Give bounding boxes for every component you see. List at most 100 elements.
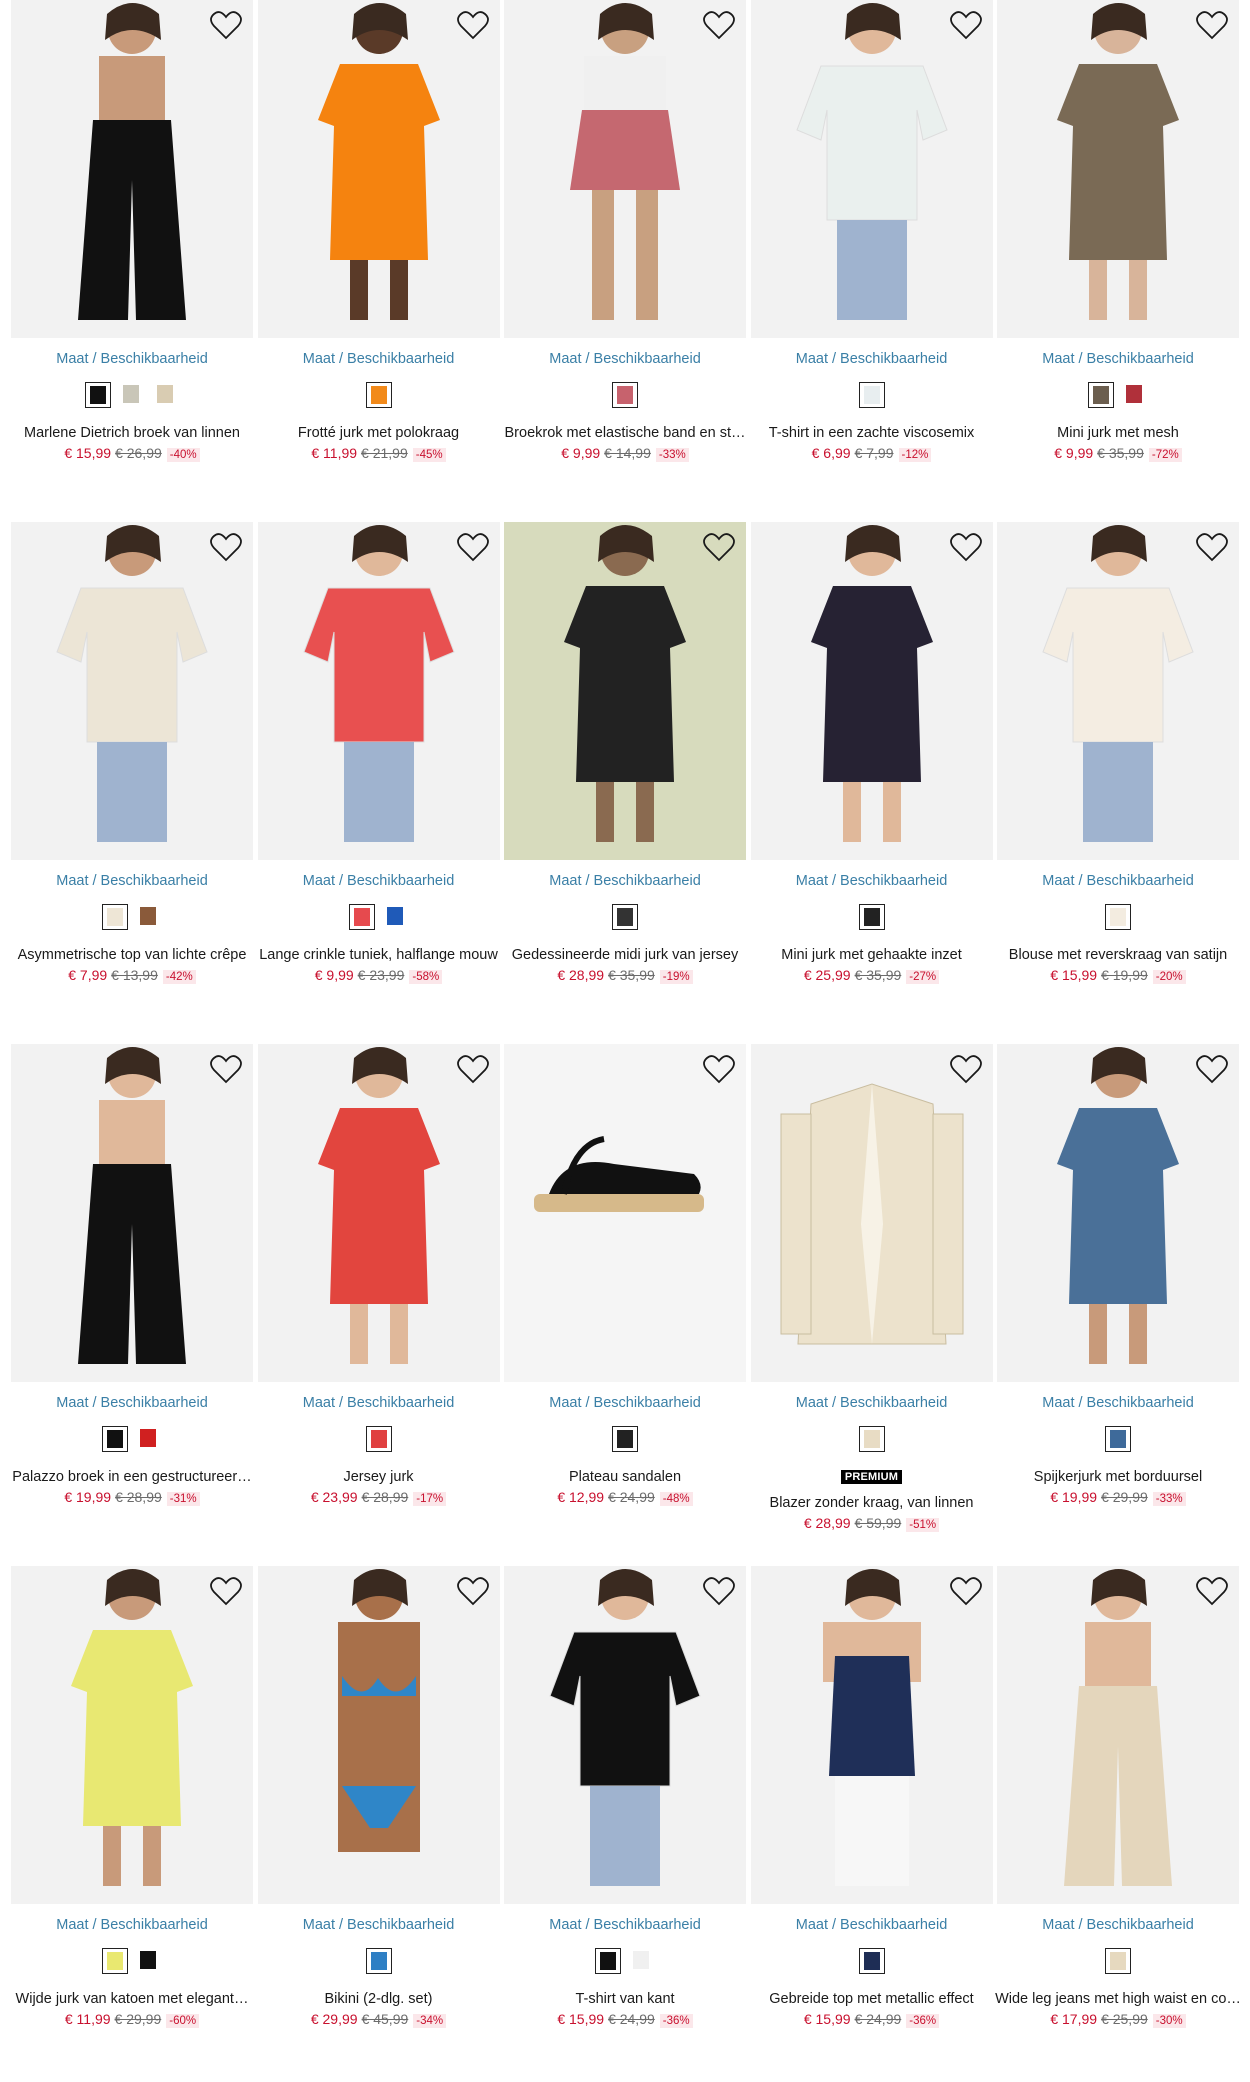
product-image[interactable] xyxy=(750,1044,993,1382)
product-image[interactable] xyxy=(11,0,253,338)
color-swatch[interactable] xyxy=(383,904,409,930)
product-image[interactable] xyxy=(257,522,500,860)
size-availability-link[interactable]: Maat / Beschikbaarheid xyxy=(504,873,746,889)
wishlist-heart-icon[interactable] xyxy=(209,532,243,564)
wishlist-heart-icon[interactable] xyxy=(209,10,243,42)
product-title[interactable]: Gebreide top met metallic effect xyxy=(747,1991,997,2007)
product-title[interactable]: Blazer zonder kraag, van linnen xyxy=(747,1495,997,1511)
color-swatch[interactable] xyxy=(858,904,885,930)
color-swatch[interactable] xyxy=(136,904,162,930)
product-image[interactable] xyxy=(504,0,746,338)
wishlist-heart-icon[interactable] xyxy=(456,10,490,42)
product-title[interactable]: Jersey jurk xyxy=(254,1469,504,1485)
color-swatch[interactable] xyxy=(1105,1948,1131,1974)
product-image[interactable] xyxy=(750,522,993,860)
wishlist-heart-icon[interactable] xyxy=(702,532,736,564)
size-availability-link[interactable]: Maat / Beschikbaarheid xyxy=(258,351,500,367)
color-swatch[interactable] xyxy=(136,1426,162,1452)
wishlist-heart-icon[interactable] xyxy=(949,532,983,564)
size-availability-link[interactable]: Maat / Beschikbaarheid xyxy=(997,1917,1239,1933)
wishlist-heart-icon[interactable] xyxy=(949,10,983,42)
product-title[interactable]: Lange crinkle tuniek, halflange mouw xyxy=(254,947,504,963)
color-swatch[interactable] xyxy=(365,1426,392,1452)
product-image[interactable] xyxy=(997,522,1239,860)
product-card[interactable]: Maat / Beschikbaarheid Blouse met reversk… xyxy=(997,522,1239,1002)
product-image[interactable] xyxy=(997,1044,1239,1382)
color-swatch[interactable] xyxy=(136,1948,162,1974)
color-swatch[interactable] xyxy=(102,1426,128,1452)
product-image[interactable] xyxy=(997,0,1239,338)
size-availability-link[interactable]: Maat / Beschikbaarheid xyxy=(751,873,993,889)
color-swatch[interactable] xyxy=(365,1948,392,1974)
wishlist-heart-icon[interactable] xyxy=(702,1576,736,1608)
product-image[interactable] xyxy=(11,522,253,860)
size-availability-link[interactable]: Maat / Beschikbaarheid xyxy=(504,1917,746,1933)
wishlist-heart-icon[interactable] xyxy=(1195,1576,1229,1608)
product-image[interactable] xyxy=(750,0,993,338)
size-availability-link[interactable]: Maat / Beschikbaarheid xyxy=(11,351,253,367)
product-image[interactable] xyxy=(504,1566,746,1904)
product-card[interactable]: Maat / Beschikbaarheid Wijde jurk van kat… xyxy=(11,1566,253,2046)
wishlist-heart-icon[interactable] xyxy=(456,1576,490,1608)
product-card[interactable]: Maat / Beschikbaarheid Plateau sandalen € … xyxy=(504,1044,746,1524)
color-swatch[interactable] xyxy=(1122,382,1148,408)
product-image[interactable] xyxy=(257,1566,500,1904)
color-swatch[interactable] xyxy=(85,382,111,408)
product-image[interactable] xyxy=(504,1044,746,1382)
size-availability-link[interactable]: Maat / Beschikbaarheid xyxy=(751,1395,993,1411)
color-swatch[interactable] xyxy=(348,904,375,930)
size-availability-link[interactable]: Maat / Beschikbaarheid xyxy=(11,1917,253,1933)
product-card[interactable]: Maat / Beschikbaarheid Asymmetrische top … xyxy=(11,522,253,1002)
product-card[interactable]: Maat / Beschikbaarheid Bikini (2-dlg. set… xyxy=(257,1566,500,2046)
product-card[interactable]: Maat / Beschikbaarheid Wide leg jeans met… xyxy=(995,1566,1241,2046)
color-swatch[interactable] xyxy=(1105,1426,1131,1452)
product-card[interactable]: Maat / Beschikbaarheid Marlene Dietrich b… xyxy=(11,0,253,480)
color-swatch[interactable] xyxy=(153,382,179,408)
wishlist-heart-icon[interactable] xyxy=(702,1054,736,1086)
product-card[interactable]: Maat / Beschikbaarheid Gebreide top met m… xyxy=(750,1566,993,2046)
product-title[interactable]: Broekrok met elastische band en st… xyxy=(500,425,750,441)
wishlist-heart-icon[interactable] xyxy=(1195,1054,1229,1086)
product-title[interactable]: Palazzo broek in een gestructureer… xyxy=(7,1469,257,1485)
color-swatch[interactable] xyxy=(102,1948,128,1974)
product-card[interactable]: Maat / Beschikbaarheid T-shirt van kant € … xyxy=(504,1566,746,2046)
size-availability-link[interactable]: Maat / Beschikbaarheid xyxy=(11,1395,253,1411)
color-swatch[interactable] xyxy=(365,382,392,408)
product-title[interactable]: T-shirt in een zachte viscosemix xyxy=(747,425,997,441)
product-image[interactable] xyxy=(997,1566,1239,1904)
product-image[interactable] xyxy=(504,522,746,860)
product-card[interactable]: Maat / Beschikbaarheid Gedessineerde midi… xyxy=(504,522,746,1002)
product-image[interactable] xyxy=(11,1566,253,1904)
size-availability-link[interactable]: Maat / Beschikbaarheid xyxy=(751,1917,993,1933)
size-availability-link[interactable]: Maat / Beschikbaarheid xyxy=(258,873,500,889)
product-title[interactable]: Asymmetrische top van lichte crêpe xyxy=(7,947,257,963)
size-availability-link[interactable]: Maat / Beschikbaarheid xyxy=(11,873,253,889)
product-card[interactable]: Maat / Beschikbaarheid Lange crinkle tuni… xyxy=(257,522,500,1002)
product-card[interactable]: Maat / Beschikbaarheid Mini jurk met geha… xyxy=(750,522,993,1002)
product-card[interactable]: Maat / Beschikbaarheid Mini jurk met mesh… xyxy=(997,0,1239,480)
color-swatch[interactable] xyxy=(595,1948,621,1974)
wishlist-heart-icon[interactable] xyxy=(456,532,490,564)
product-card[interactable]: Maat / Beschikbaarheid Broekrok met elast… xyxy=(504,0,746,480)
color-swatch[interactable] xyxy=(612,904,638,930)
product-image[interactable] xyxy=(750,1566,993,1904)
color-swatch[interactable] xyxy=(858,1426,885,1452)
product-title[interactable]: Wide leg jeans met high waist en co… xyxy=(993,1991,1243,2007)
product-card[interactable]: Maat / Beschikbaarheid T-shirt in een zac… xyxy=(750,0,993,480)
size-availability-link[interactable]: Maat / Beschikbaarheid xyxy=(504,1395,746,1411)
color-swatch[interactable] xyxy=(102,904,128,930)
product-card[interactable]: Maat / Beschikbaarheid PREMIUM Blazer zond… xyxy=(750,1044,993,1532)
color-swatch[interactable] xyxy=(629,1948,655,1974)
wishlist-heart-icon[interactable] xyxy=(949,1054,983,1086)
product-title[interactable]: Marlene Dietrich broek van linnen xyxy=(7,425,257,441)
color-swatch[interactable] xyxy=(612,382,638,408)
color-swatch[interactable] xyxy=(858,1948,885,1974)
size-availability-link[interactable]: Maat / Beschikbaarheid xyxy=(504,351,746,367)
product-card[interactable]: Maat / Beschikbaarheid Frotté jurk met po… xyxy=(257,0,500,480)
product-title[interactable]: Mini jurk met mesh xyxy=(993,425,1243,441)
wishlist-heart-icon[interactable] xyxy=(209,1054,243,1086)
product-title[interactable]: Bikini (2-dlg. set) xyxy=(254,1991,504,2007)
size-availability-link[interactable]: Maat / Beschikbaarheid xyxy=(997,351,1239,367)
product-title[interactable]: Spijkerjurk met borduursel xyxy=(993,1469,1243,1485)
size-availability-link[interactable]: Maat / Beschikbaarheid xyxy=(997,1395,1239,1411)
